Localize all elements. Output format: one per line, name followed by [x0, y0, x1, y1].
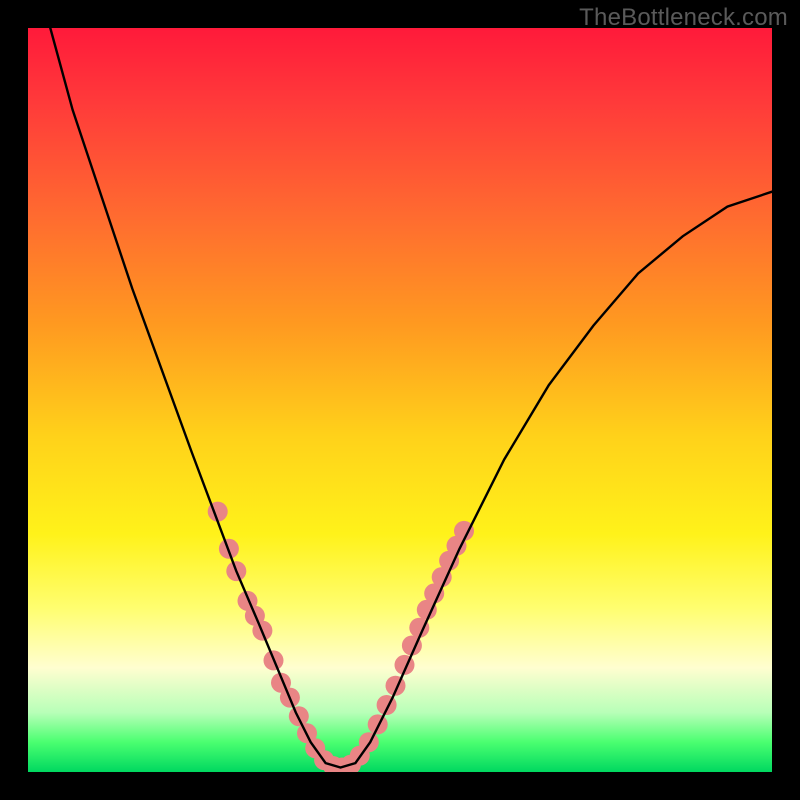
- chart-svg: [28, 28, 772, 772]
- plot-area: [28, 28, 772, 772]
- highlight-dot: [368, 714, 388, 734]
- chart-frame: TheBottleneck.com: [0, 0, 800, 800]
- bottleneck-curve: [50, 28, 772, 768]
- watermark-text: TheBottleneck.com: [579, 4, 788, 32]
- marker-layer: [208, 502, 474, 772]
